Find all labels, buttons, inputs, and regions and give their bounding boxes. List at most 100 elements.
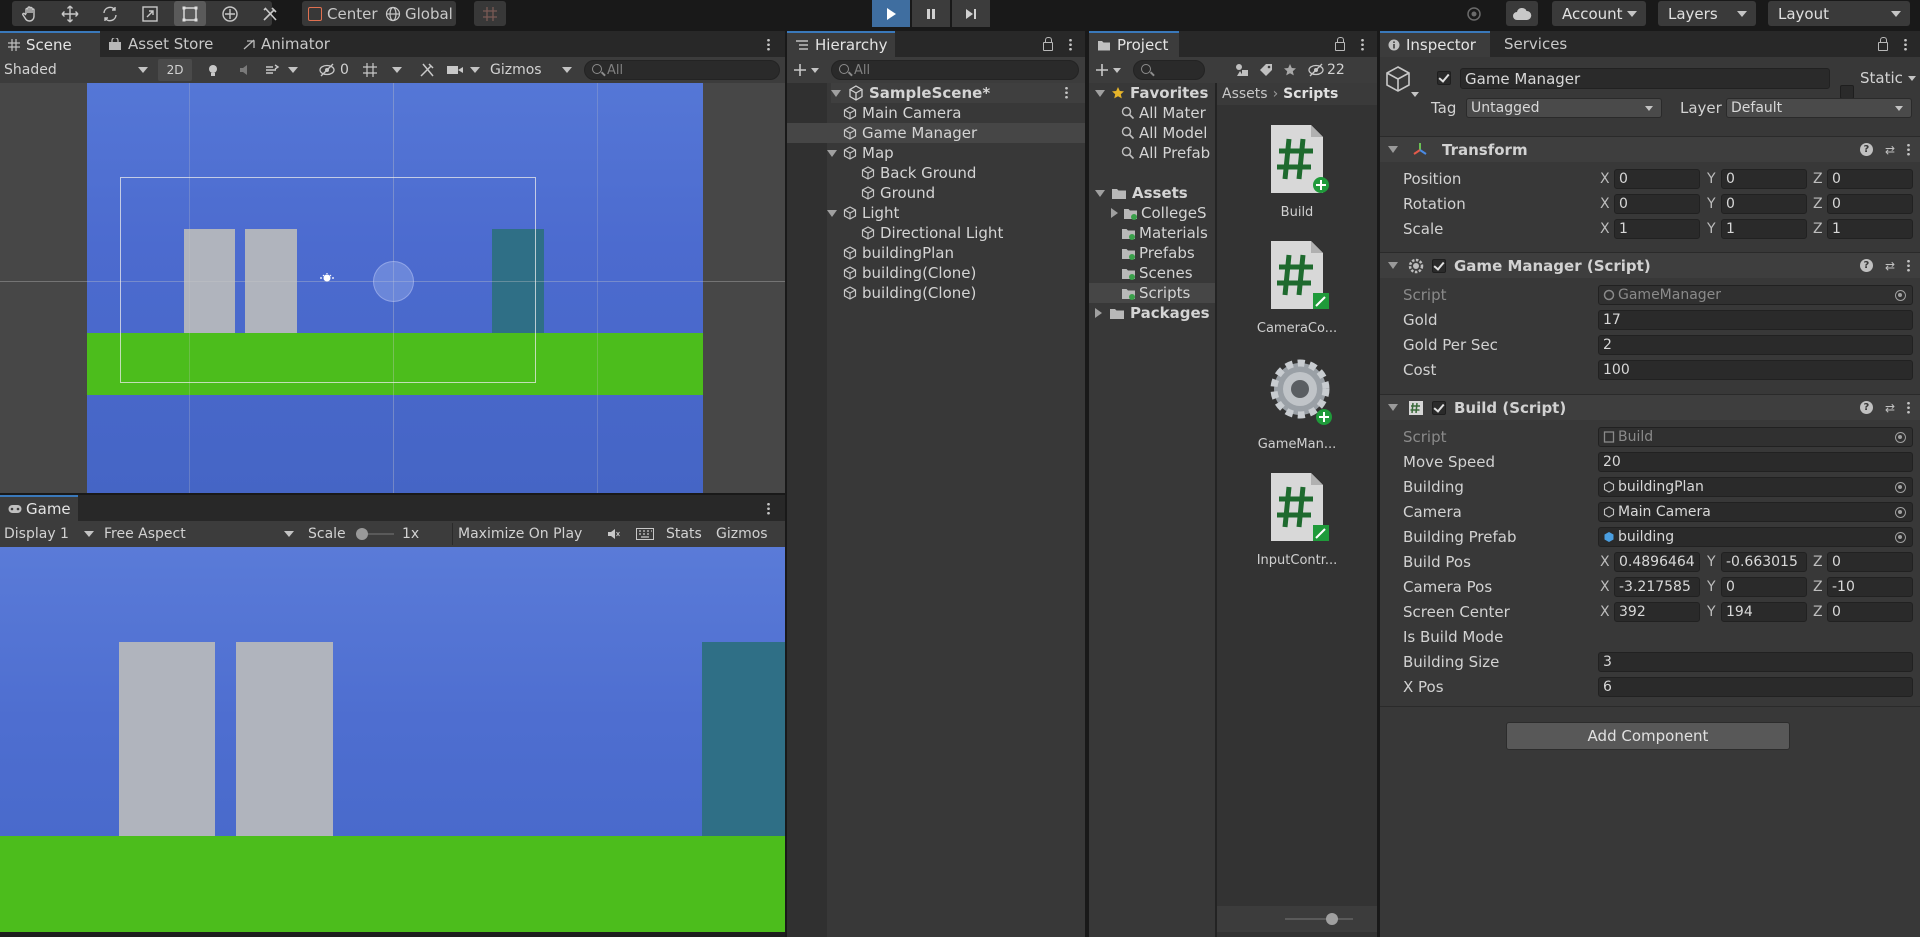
presets-icon[interactable]: ⇄ bbox=[1885, 401, 1895, 415]
transform-y-field[interactable]: 0 bbox=[1721, 194, 1807, 214]
hierarchy-item[interactable]: Game Manager bbox=[787, 123, 1085, 143]
asset-folder-item[interactable]: CollegeS bbox=[1089, 203, 1215, 223]
transform-z-field[interactable]: 1 bbox=[1827, 219, 1913, 239]
tab-hierarchy[interactable]: Hierarchy bbox=[787, 31, 895, 57]
scale-tool-icon[interactable] bbox=[134, 1, 166, 26]
effects-dropdown[interactable] bbox=[264, 59, 304, 81]
grid-snap-icon[interactable] bbox=[474, 1, 506, 26]
transform-y-field[interactable]: 0 bbox=[1721, 169, 1807, 189]
hand-tool-icon[interactable] bbox=[14, 1, 46, 26]
asset-folder-item[interactable]: Scenes bbox=[1089, 263, 1215, 283]
expand-arrow-icon[interactable] bbox=[1111, 208, 1118, 218]
move-tool-icon[interactable] bbox=[54, 1, 86, 26]
scene-panel-menu-icon[interactable] bbox=[767, 38, 770, 51]
component-menu-icon[interactable] bbox=[1907, 259, 1910, 272]
favorite-star-icon[interactable] bbox=[1283, 59, 1301, 81]
help-icon[interactable]: ? bbox=[1859, 143, 1873, 156]
favorites-header[interactable]: Favorites bbox=[1095, 83, 1208, 103]
presets-icon[interactable]: ⇄ bbox=[1885, 143, 1895, 157]
game-gizmos-toggle[interactable]: Gizmos bbox=[716, 523, 768, 545]
collab-icon[interactable] bbox=[1460, 1, 1488, 26]
display-dropdown[interactable]: Display 1 bbox=[4, 523, 96, 545]
play-button[interactable] bbox=[872, 0, 910, 27]
tab-scene[interactable]: Scene bbox=[0, 31, 100, 57]
assets-folder[interactable]: Assets bbox=[1095, 183, 1188, 203]
grid-dropdown[interactable] bbox=[362, 59, 410, 81]
camera-pos-z-field[interactable]: -10 bbox=[1827, 577, 1913, 597]
pivot-center-button[interactable]: Center bbox=[304, 1, 380, 26]
object-picker-icon[interactable] bbox=[1895, 481, 1906, 493]
cost-field[interactable]: 100 bbox=[1598, 360, 1913, 380]
scale-slider-thumb[interactable] bbox=[356, 528, 368, 540]
help-icon[interactable]: ? bbox=[1859, 401, 1873, 414]
tab-inspector[interactable]: Inspector bbox=[1380, 31, 1490, 57]
aspect-dropdown[interactable]: Free Aspect bbox=[104, 523, 296, 545]
tab-animator[interactable]: Animator bbox=[234, 31, 344, 57]
asset-folder-item[interactable]: Prefabs bbox=[1089, 243, 1215, 263]
build-pos-y-field[interactable]: -0.663015 bbox=[1721, 552, 1807, 572]
hierarchy-item[interactable]: Directional Light bbox=[787, 223, 1085, 243]
component-menu-icon[interactable] bbox=[1907, 143, 1910, 156]
custom-tools-icon[interactable] bbox=[254, 1, 286, 26]
pause-button[interactable] bbox=[912, 0, 950, 27]
hierarchy-item[interactable]: Light bbox=[787, 203, 1085, 223]
transform-x-field[interactable]: 0 bbox=[1614, 169, 1700, 189]
gold-field[interactable]: 17 bbox=[1598, 310, 1913, 330]
inspector-menu-icon[interactable] bbox=[1904, 38, 1907, 51]
help-icon[interactable]: ? bbox=[1859, 259, 1873, 272]
object-name-field[interactable]: Game Manager bbox=[1460, 68, 1830, 89]
scene-root-item[interactable]: SampleScene* bbox=[831, 83, 1085, 103]
gamemanager-enabled-checkbox[interactable] bbox=[1432, 258, 1446, 273]
packages-folder[interactable]: Packages bbox=[1095, 303, 1210, 323]
hierarchy-item[interactable]: buildingPlan bbox=[787, 243, 1085, 263]
rect-tool-icon[interactable] bbox=[174, 1, 206, 26]
build-pos-x-field[interactable]: 0.4896464 bbox=[1614, 552, 1700, 572]
search-by-type-icon[interactable] bbox=[1235, 59, 1253, 81]
transform-x-field[interactable]: 0 bbox=[1614, 194, 1700, 214]
audio-toggle-icon[interactable] bbox=[234, 59, 256, 81]
screen-center-x-field[interactable]: 392 bbox=[1614, 602, 1700, 622]
gamemanager-component-header[interactable]: Game Manager (Script) ? ⇄ bbox=[1380, 252, 1920, 278]
add-component-button[interactable]: Add Component bbox=[1506, 722, 1790, 750]
project-add-button[interactable] bbox=[1095, 59, 1129, 81]
project-file-item[interactable]: Build bbox=[1217, 123, 1377, 223]
hidden-packages-toggle[interactable]: 22 bbox=[1307, 59, 1345, 81]
transform-z-field[interactable]: 0 bbox=[1827, 194, 1913, 214]
hierarchy-item[interactable]: Ground bbox=[787, 183, 1085, 203]
screen-center-z-field[interactable]: 0 bbox=[1827, 602, 1913, 622]
active-checkbox[interactable] bbox=[1437, 71, 1451, 85]
tools-icon[interactable] bbox=[416, 59, 438, 81]
move-handle-gizmo[interactable] bbox=[373, 261, 414, 302]
building-field[interactable]: buildingPlan bbox=[1598, 477, 1913, 497]
asset-folder-item[interactable]: Materials bbox=[1089, 223, 1215, 243]
icon-size-slider-thumb[interactable] bbox=[1326, 913, 1338, 925]
mute-audio-icon[interactable] bbox=[602, 523, 624, 545]
transform-tool-icon[interactable] bbox=[214, 1, 246, 26]
step-button[interactable] bbox=[952, 0, 990, 27]
static-dropdown[interactable]: Static bbox=[1860, 68, 1916, 88]
breadcrumb-scripts[interactable]: Scripts bbox=[1283, 86, 1338, 102]
project-file-item[interactable]: GameMan... bbox=[1217, 355, 1377, 455]
presets-icon[interactable]: ⇄ bbox=[1885, 259, 1895, 273]
camera-pos-x-field[interactable]: -3.217585 bbox=[1614, 577, 1700, 597]
hierarchy-menu-icon[interactable] bbox=[1069, 38, 1072, 51]
lock-icon[interactable] bbox=[1878, 37, 1888, 51]
build-component-header[interactable]: Build (Script) ? ⇄ bbox=[1380, 394, 1920, 420]
move-speed-field[interactable]: 20 bbox=[1598, 452, 1913, 472]
tab-asset-store[interactable]: Asset Store bbox=[100, 31, 228, 57]
hierarchy-item[interactable]: Back Ground bbox=[787, 163, 1085, 183]
lock-icon[interactable] bbox=[1335, 37, 1345, 51]
hierarchy-item[interactable]: building(Clone) bbox=[787, 283, 1085, 303]
transform-component-header[interactable]: Transform ? ⇄ bbox=[1380, 136, 1920, 162]
favorite-item[interactable]: All Mater bbox=[1121, 103, 1206, 123]
pivot-global-button[interactable]: Global bbox=[382, 1, 456, 26]
game-viewport[interactable] bbox=[0, 547, 785, 932]
project-file-item[interactable]: CameraCo... bbox=[1217, 239, 1377, 339]
object-picker-icon[interactable] bbox=[1895, 506, 1906, 518]
hierarchy-item[interactable]: Map bbox=[787, 143, 1085, 163]
object-picker-icon[interactable] bbox=[1895, 531, 1906, 543]
transform-x-field[interactable]: 1 bbox=[1614, 219, 1700, 239]
tab-services[interactable]: Services bbox=[1496, 31, 1586, 57]
2d-toggle-button[interactable]: 2D bbox=[158, 59, 192, 81]
building-size-field[interactable]: 3 bbox=[1598, 652, 1913, 672]
